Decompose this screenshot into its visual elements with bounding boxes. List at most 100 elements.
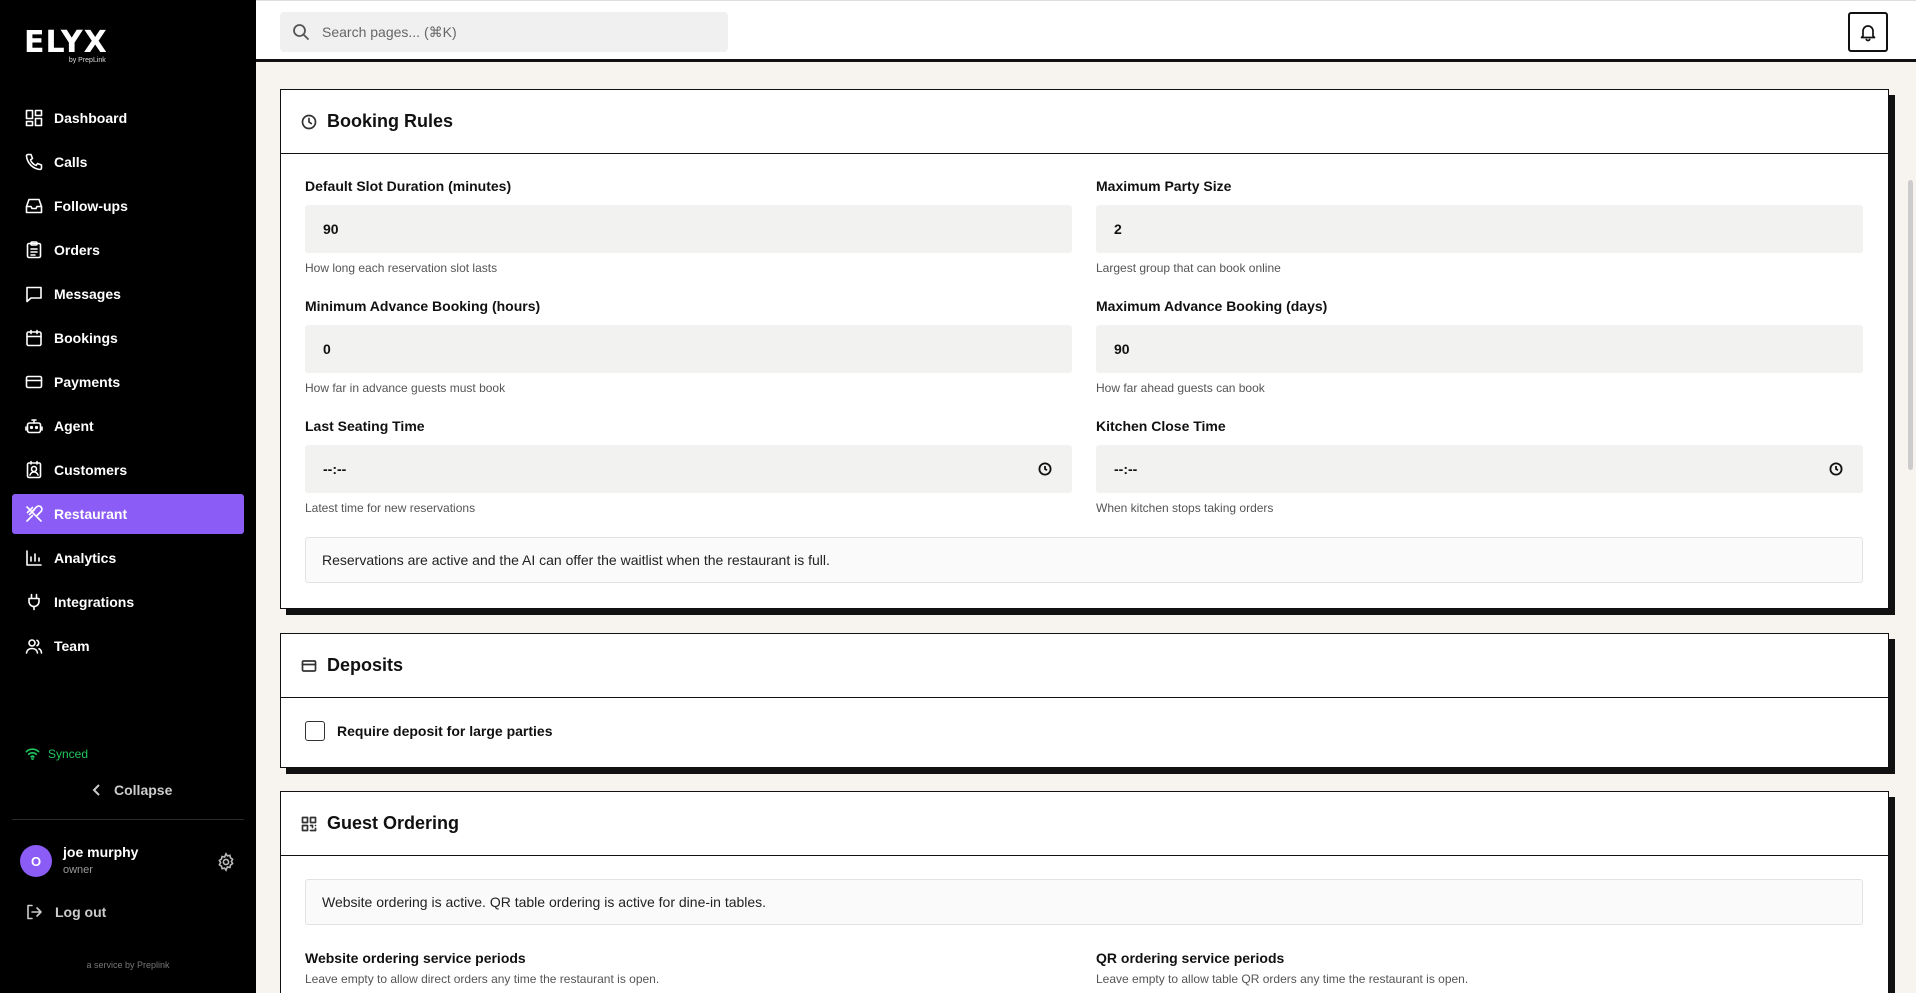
max-party-size-input[interactable]: 2 bbox=[1096, 205, 1863, 253]
time-picker-clock-icon[interactable] bbox=[1038, 462, 1052, 476]
sidebar-item-messages[interactable]: Messages bbox=[12, 274, 244, 314]
settings-gear-icon[interactable] bbox=[216, 852, 236, 872]
robot-icon bbox=[24, 416, 44, 436]
sidebar-item-payments[interactable]: Payments bbox=[12, 362, 244, 402]
logo-wordmark: ELYX bbox=[24, 25, 108, 60]
sidebar-item-label: Agent bbox=[54, 418, 94, 434]
card-header: Guest Ordering bbox=[281, 792, 1888, 856]
sidebar-item-orders[interactable]: Orders bbox=[12, 230, 244, 270]
sidebar-item-team[interactable]: Team bbox=[12, 626, 244, 666]
collapse-label: Collapse bbox=[114, 782, 173, 798]
field-help: Largest group that can book online bbox=[1096, 261, 1281, 275]
sidebar-item-bookings[interactable]: Bookings bbox=[12, 318, 244, 358]
sidebar-item-restaurant[interactable]: Restaurant bbox=[12, 494, 244, 534]
credit-card-icon bbox=[301, 658, 327, 674]
sync-status: Synced bbox=[25, 746, 88, 761]
credit-card-icon bbox=[24, 372, 44, 392]
max-advance-booking-input[interactable]: 90 bbox=[1096, 325, 1863, 373]
logout-button[interactable]: Log out bbox=[25, 903, 106, 921]
sidebar-item-label: Customers bbox=[54, 462, 128, 478]
users-icon bbox=[24, 636, 44, 656]
collapse-button[interactable]: Collapse bbox=[90, 782, 172, 798]
sidebar-item-label: Calls bbox=[54, 154, 88, 170]
sidebar-item-analytics[interactable]: Analytics bbox=[12, 538, 244, 578]
card-title: Guest Ordering bbox=[327, 813, 460, 833]
last-seating-time-field: Last Seating Time --:-- Latest time for … bbox=[305, 418, 1072, 515]
sidebar-item-calls[interactable]: Calls bbox=[12, 142, 244, 182]
last-seating-time-input[interactable]: --:-- bbox=[305, 445, 1072, 493]
avatar[interactable]: O bbox=[20, 845, 52, 877]
search-box[interactable] bbox=[280, 12, 728, 52]
logout-label: Log out bbox=[55, 904, 107, 920]
qr-code-icon bbox=[301, 816, 327, 832]
search-input[interactable] bbox=[322, 24, 702, 40]
bar-chart-icon bbox=[24, 548, 44, 568]
sidebar-item-agent[interactable]: Agent bbox=[12, 406, 244, 446]
sidebar: ELYX by PrepLink Dashboard Calls Follow-… bbox=[0, 0, 256, 993]
sidebar-item-follow-ups[interactable]: Follow-ups bbox=[12, 186, 244, 226]
min-advance-booking-field: Minimum Advance Booking (hours) 0 How fa… bbox=[305, 298, 1072, 395]
phone-icon bbox=[24, 152, 44, 172]
slot-duration-input[interactable]: 90 bbox=[305, 205, 1072, 253]
card-title: Booking Rules bbox=[327, 111, 454, 131]
deposits-card: Deposits Require deposit for large parti… bbox=[280, 633, 1889, 768]
scrollbar-thumb[interactable] bbox=[1908, 180, 1913, 470]
chevron-left-icon bbox=[90, 783, 114, 797]
qr-service-periods-label: QR ordering service periods bbox=[1096, 950, 1285, 966]
require-deposit-checkbox[interactable] bbox=[305, 721, 325, 741]
sidebar-item-integrations[interactable]: Integrations bbox=[12, 582, 244, 622]
wifi-icon bbox=[25, 746, 48, 761]
field-help: How far in advance guests must book bbox=[305, 381, 506, 395]
guest-ordering-card: Guest Ordering Website ordering is activ… bbox=[280, 791, 1889, 993]
sidebar-item-label: Restaurant bbox=[54, 506, 128, 522]
min-advance-booking-input[interactable]: 0 bbox=[305, 325, 1072, 373]
contact-icon bbox=[24, 460, 44, 480]
field-help: How long each reservation slot lasts bbox=[305, 261, 498, 275]
elyx-logo[interactable]: ELYX by PrepLink bbox=[24, 25, 108, 65]
field-label: Default Slot Duration (minutes) bbox=[305, 178, 512, 194]
user-name: joe murphy bbox=[63, 844, 139, 860]
top-bar bbox=[256, 0, 1916, 62]
bell-icon bbox=[1858, 22, 1878, 42]
sidebar-nav: Dashboard Calls Follow-ups Orders Messag… bbox=[12, 98, 244, 670]
logo-tagline: by PrepLink bbox=[68, 57, 106, 64]
sidebar-item-label: Orders bbox=[54, 242, 100, 258]
sidebar-item-label: Integrations bbox=[54, 594, 135, 610]
booking-rules-card: Booking Rules Default Slot Duration (min… bbox=[280, 89, 1889, 609]
field-help: When kitchen stops taking orders bbox=[1096, 501, 1274, 515]
clipboard-icon bbox=[24, 240, 44, 260]
plug-icon bbox=[24, 592, 44, 612]
website-service-periods-label: Website ordering service periods bbox=[305, 950, 526, 966]
dashboard-icon bbox=[24, 108, 44, 128]
notifications-button[interactable] bbox=[1848, 12, 1888, 52]
time-value: --:-- bbox=[1114, 461, 1138, 477]
require-deposit-option[interactable]: Require deposit for large parties bbox=[305, 721, 553, 741]
kitchen-close-time-field: Kitchen Close Time --:-- When kitchen st… bbox=[1096, 418, 1863, 515]
field-help: How far ahead guests can book bbox=[1096, 381, 1265, 395]
card-header: Deposits bbox=[281, 634, 1888, 698]
utensils-icon bbox=[24, 504, 44, 524]
slot-duration-field: Default Slot Duration (minutes) 90 How l… bbox=[305, 178, 1072, 275]
card-header: Booking Rules bbox=[281, 90, 1888, 154]
field-label: Minimum Advance Booking (hours) bbox=[305, 298, 541, 314]
sidebar-item-dashboard[interactable]: Dashboard bbox=[12, 98, 244, 138]
field-label: Maximum Party Size bbox=[1096, 178, 1232, 194]
inbox-icon bbox=[24, 196, 44, 216]
service-footer: a service by Preplink bbox=[86, 960, 170, 970]
field-help: Latest time for new reservations bbox=[305, 501, 476, 515]
sidebar-item-label: Bookings bbox=[54, 330, 118, 346]
max-party-size-field: Maximum Party Size 2 Largest group that … bbox=[1096, 178, 1863, 275]
time-picker-clock-icon[interactable] bbox=[1829, 462, 1843, 476]
time-value: --:-- bbox=[323, 461, 347, 477]
reservations-status-notice: Reservations are active and the AI can o… bbox=[305, 537, 1863, 583]
calendar-icon bbox=[24, 328, 44, 348]
kitchen-close-time-input[interactable]: --:-- bbox=[1096, 445, 1863, 493]
field-label: Last Seating Time bbox=[305, 418, 425, 434]
clock-icon bbox=[301, 114, 327, 130]
sidebar-item-label: Analytics bbox=[54, 550, 117, 566]
sync-status-label: Synced bbox=[48, 746, 89, 761]
sidebar-item-label: Dashboard bbox=[54, 110, 128, 126]
user-profile: O joe murphy owner bbox=[20, 844, 240, 879]
sidebar-item-customers[interactable]: Customers bbox=[12, 450, 244, 490]
max-advance-booking-field: Maximum Advance Booking (days) 90 How fa… bbox=[1096, 298, 1863, 395]
